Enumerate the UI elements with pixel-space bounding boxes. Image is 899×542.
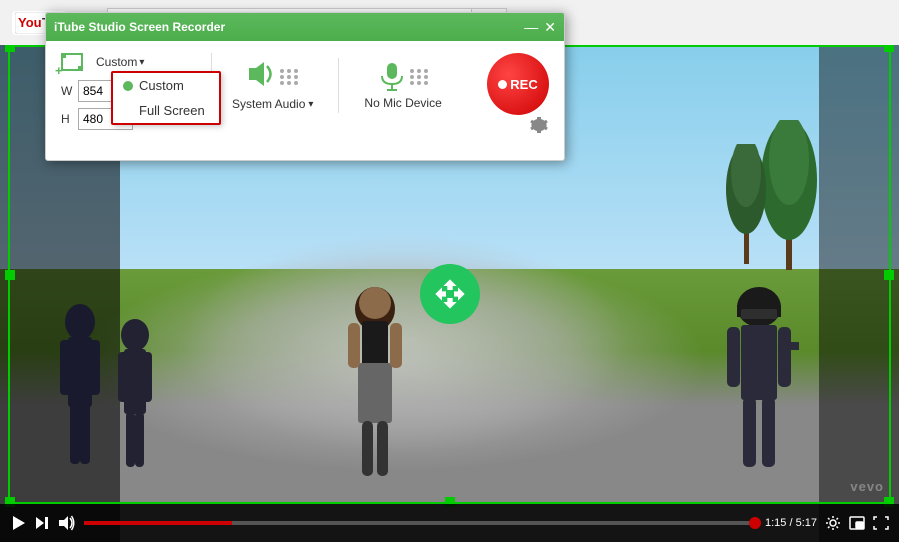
dot <box>294 81 298 85</box>
resize-corner-tl <box>61 53 66 58</box>
mic-dots <box>410 69 429 85</box>
center-woman <box>340 287 410 492</box>
progress-fill <box>84 521 232 525</box>
video-controls: 1:15 / 5:17 <box>0 504 899 542</box>
system-audio-item: System Audio ▾ <box>232 60 313 111</box>
dot <box>280 75 284 79</box>
dropdown-item-custom-label: Custom <box>139 78 184 93</box>
progress-bar[interactable] <box>84 521 757 525</box>
dropdown-arrow-icon: ▾ <box>139 57 144 68</box>
dropdown-item-custom[interactable]: Custom <box>113 73 219 98</box>
person-center-left <box>110 317 160 492</box>
person-left <box>50 302 110 487</box>
play-button[interactable] <box>10 515 26 531</box>
rec-label: REC <box>510 77 537 92</box>
active-indicator <box>123 81 133 91</box>
rec-dot-icon <box>498 80 507 89</box>
close-button[interactable]: ✕ <box>544 20 556 34</box>
dot <box>287 75 291 79</box>
dot <box>410 75 414 79</box>
dialog-body: + Custom ▾ W <box>46 41 564 160</box>
height-label: H <box>61 112 73 126</box>
system-audio-icon-area <box>246 60 299 93</box>
plus-sign: + <box>55 63 63 78</box>
dialog-title: iTube Studio Screen Recorder <box>54 20 225 34</box>
dropdown-item-fullscreen-label: Full Screen <box>139 103 205 118</box>
minimize-button[interactable]: — <box>524 20 538 34</box>
rec-button[interactable]: REC <box>487 53 549 115</box>
mode-dropdown-button[interactable]: Custom ▾ <box>92 53 148 71</box>
mic-icon[interactable] <box>378 62 406 92</box>
system-audio-label-row: System Audio ▾ <box>232 97 313 111</box>
dot <box>410 81 414 85</box>
mode-dropdown-menu: Custom Full Screen <box>111 71 221 125</box>
volume-button[interactable] <box>58 515 76 531</box>
dot <box>410 69 414 73</box>
dialog-titlebar: iTube Studio Screen Recorder — ✕ <box>46 13 564 41</box>
dot <box>294 75 298 79</box>
dot <box>280 81 284 85</box>
settings-gear-icon[interactable] <box>529 115 549 141</box>
mic-item: No Mic Device <box>364 62 441 110</box>
dropdown-item-fullscreen[interactable]: Full Screen <box>113 98 219 123</box>
dot <box>287 81 291 85</box>
dark-overlay-right <box>819 45 899 542</box>
mode-dropdown-label: Custom <box>96 55 137 69</box>
separator-2 <box>338 58 339 113</box>
resize-area <box>61 53 83 71</box>
width-label: W <box>61 84 73 98</box>
resize-corner-br <box>78 66 83 71</box>
no-mic-label: No Mic Device <box>364 96 441 110</box>
progress-dot <box>749 517 761 529</box>
time-display: 1:15 / 5:17 <box>765 517 817 529</box>
speaker-icon[interactable] <box>246 60 276 93</box>
tree-right-2 <box>724 144 769 269</box>
mic-icon-area <box>378 62 429 92</box>
dot <box>417 75 421 79</box>
next-button[interactable] <box>34 515 50 531</box>
dot <box>294 69 298 73</box>
dot <box>424 69 428 73</box>
miniplayer-button[interactable] <box>849 515 865 531</box>
system-audio-label: System Audio <box>232 97 305 111</box>
move-handle[interactable] <box>420 264 480 324</box>
audio-section: System Audio ▾ <box>232 53 442 113</box>
right-controls <box>825 515 889 531</box>
dot <box>424 81 428 85</box>
dot <box>280 69 284 73</box>
dialog-controls: — ✕ <box>524 20 556 34</box>
fullscreen-button[interactable] <box>873 515 889 531</box>
dimensions-section: + Custom ▾ W <box>61 53 191 130</box>
system-audio-dots <box>280 69 299 85</box>
dot <box>287 69 291 73</box>
recorder-dialog: iTube Studio Screen Recorder — ✕ + <box>45 12 565 161</box>
dot <box>417 81 421 85</box>
dot <box>424 75 428 79</box>
settings-ctrl-button[interactable] <box>825 515 841 531</box>
person-right-police <box>719 287 799 502</box>
settings-area <box>529 115 549 145</box>
system-audio-arrow: ▾ <box>308 99 313 110</box>
svg-text:You: You <box>18 15 42 30</box>
dot <box>417 69 421 73</box>
